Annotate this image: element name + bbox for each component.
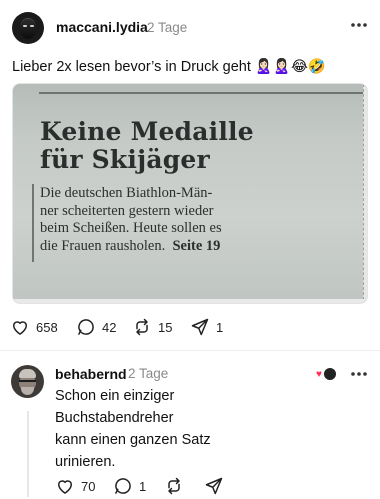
like-count: 658 — [36, 319, 58, 335]
heart-badge-icon: ♥ — [316, 369, 322, 380]
reply-text: Schon ein einziger Buchstabendreher kann… — [55, 385, 211, 473]
repost-button[interactable]: 15 — [132, 317, 172, 337]
clipping-rule — [39, 92, 367, 94]
avatar-beard — [21, 387, 34, 395]
share-count: 1 — [216, 319, 224, 335]
reply-username[interactable]: behabernd — [55, 366, 127, 382]
body-line: ner scheiterten gestern wieder — [40, 202, 214, 219]
post-username[interactable]: maccani.lydia — [56, 19, 148, 35]
avatar-glasses — [19, 380, 36, 383]
reply-line: kann einen ganzen Satz — [55, 432, 211, 448]
like-button[interactable]: 658 — [10, 317, 58, 337]
reply-line: Buchstabendreher — [55, 410, 174, 426]
comment-icon — [78, 319, 94, 335]
clipping-edge — [13, 299, 367, 303]
newspaper-clipping: Keine Medaille für Skijäger Die deutsche… — [13, 84, 367, 303]
avatar[interactable] — [12, 12, 44, 44]
reply-line: urinieren. — [55, 454, 116, 470]
like-button[interactable]: 70 — [55, 476, 95, 496]
page-reference: Seite 19 — [172, 237, 221, 254]
body-line: die Frauen rausholen. Seite 19 — [40, 238, 222, 256]
send-icon — [191, 318, 209, 336]
send-icon — [205, 477, 223, 495]
repost-icon — [136, 318, 148, 336]
post-actions: 658 42 15 1 — [0, 314, 380, 340]
body-line: Die deutschen Biathlon-Män- — [40, 185, 213, 201]
more-icon[interactable] — [350, 371, 368, 377]
reaction-avatar: ♥ — [316, 367, 338, 381]
reaction-user-avatar — [323, 367, 337, 381]
avatar-eye — [23, 25, 27, 27]
heart-icon — [58, 480, 72, 494]
repost-icon — [168, 477, 180, 495]
avatar-hair — [19, 369, 36, 378]
reply-count: 42 — [102, 319, 117, 335]
reply-post: behabernd 2 Tage ♥ Schon ein einziger Bu… — [0, 351, 380, 499]
like-count: 70 — [81, 478, 96, 494]
avatar[interactable] — [11, 365, 44, 398]
reply-count: 1 — [139, 478, 147, 494]
repost-count: 15 — [158, 319, 173, 335]
share-button[interactable]: 1 — [190, 317, 223, 337]
share-button[interactable] — [204, 476, 224, 496]
body-line-text: die Frauen rausholen. — [40, 237, 166, 254]
comment-icon — [115, 478, 131, 494]
reply-time: 2 Tage — [128, 366, 169, 381]
clipping-headline: Keine Medaille für Skijäger — [40, 118, 254, 174]
avatar-eye — [30, 25, 34, 27]
more-icon[interactable] — [350, 22, 368, 28]
reply-button[interactable]: 42 — [76, 317, 116, 337]
post-image[interactable]: Keine Medaille für Skijäger Die deutsche… — [12, 83, 368, 304]
avatar-face — [20, 19, 36, 39]
clipping-body: Die deutschen Biathlon-Män- ner scheiter… — [40, 185, 222, 255]
reply-button[interactable]: 1 — [113, 476, 146, 496]
reply-line: Schon ein einziger — [55, 388, 175, 404]
clipping-edge — [363, 84, 367, 303]
post-text: Lieber 2x lesen bevor’s in Druck geht 🙎🏻… — [12, 59, 326, 75]
body-line: beim Scheißen. Heute sollen es — [40, 220, 222, 236]
reply-actions: 70 1 — [0, 473, 380, 497]
clipping-column-rule — [32, 184, 34, 262]
repost-button[interactable] — [164, 476, 184, 496]
post-time: 2 Tage — [147, 20, 188, 35]
heart-icon — [13, 321, 27, 335]
headline-line: Keine Medaille — [40, 117, 254, 146]
headline-line: für Skijäger — [40, 145, 210, 174]
